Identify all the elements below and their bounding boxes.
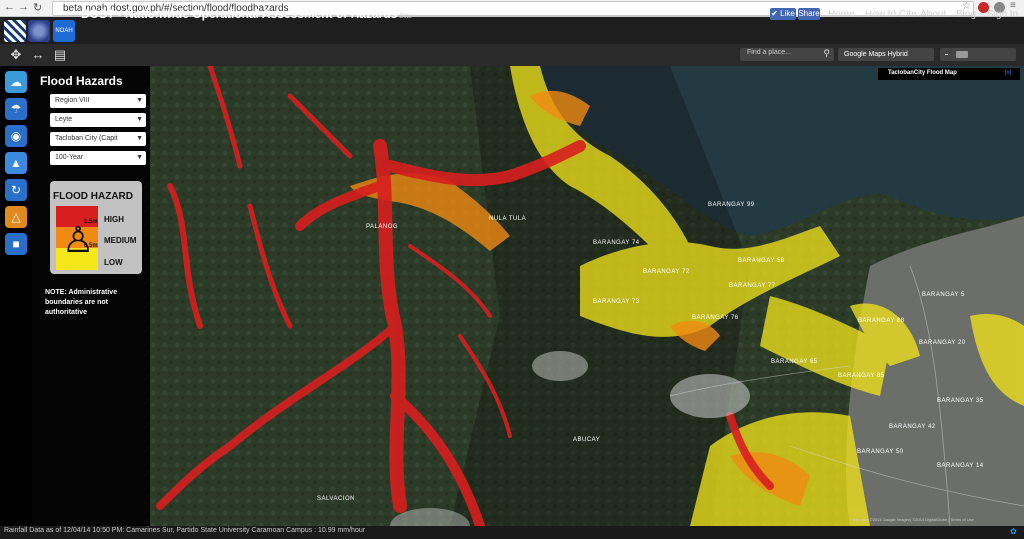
forward-icon[interactable]: →: [18, 1, 29, 13]
facebook-share-button[interactable]: Share: [798, 8, 820, 20]
storm-surge-icon[interactable]: ↻: [5, 179, 27, 201]
return-period-select[interactable]: 100-Year ▼: [50, 151, 146, 165]
depth-high: 1.5m: [84, 219, 98, 225]
flood-hazard-icon[interactable]: △: [5, 206, 27, 228]
expand-icon[interactable]: [x]: [1005, 70, 1011, 76]
reload-icon[interactable]: ↻: [33, 1, 42, 14]
province-select[interactable]: Leyte ▼: [50, 113, 146, 127]
weather-icon[interactable]: ☁: [5, 71, 27, 93]
legend-low: LOW: [104, 258, 123, 267]
map-label: BARANGAY 20: [919, 340, 966, 346]
city-select[interactable]: Tacloban City (Capit ▼: [50, 132, 146, 146]
map-label: BARANGAY 88: [858, 318, 905, 324]
search-placeholder: Find a place...: [747, 49, 791, 56]
rainfall-status: Rainfall Data as of 12/04/14 10:50 PM: C…: [4, 527, 366, 534]
map-label: BARANGAY 50: [857, 449, 904, 455]
opacity-slider-track: [945, 54, 948, 55]
project-noah-logo: [28, 20, 50, 42]
return-period-value: 100-Year: [55, 154, 84, 161]
landslide-icon[interactable]: ▲: [5, 152, 27, 174]
province-value: Leyte: [55, 116, 73, 123]
admin-boundary-note: NOTE: Administrative boundaries are not …: [45, 289, 118, 316]
nav-home[interactable]: Home: [828, 9, 855, 20]
chevron-down-icon: ▼: [136, 154, 143, 161]
map-label: BARANGAY 58: [738, 258, 785, 264]
opacity-slider-handle[interactable]: [956, 51, 968, 58]
cloud: [670, 374, 750, 418]
layers-icon[interactable]: ▤: [50, 46, 70, 64]
dost-logo: [4, 20, 26, 42]
map-label: BARANGAY 72: [643, 269, 690, 275]
cloud: [532, 351, 588, 381]
region-select[interactable]: Region VIII ▼: [50, 94, 146, 108]
map-label: BARANGAY 99: [708, 202, 755, 208]
app-title-text: DOST - Nationwide Operational Assessment…: [81, 7, 398, 21]
map-label: PALANOG: [366, 224, 399, 230]
facebook-like-button[interactable]: ✔ Like: [770, 8, 796, 20]
search-input[interactable]: Find a place... ⚲: [740, 48, 834, 61]
opacity-slider[interactable]: [940, 48, 1016, 61]
noah-logo: NOAH: [53, 20, 75, 42]
chevron-down-icon: ▼: [136, 97, 143, 104]
map-label: BARANGAY 42: [889, 424, 936, 430]
map-label: BARANGAY 65: [771, 359, 818, 365]
map-attribution: Map data ©2014 Google Imagery ©2014 Digi…: [852, 517, 974, 522]
region-value: Region VIII: [55, 97, 90, 104]
back-icon[interactable]: ←: [4, 1, 15, 13]
twitter-icon[interactable]: ✿: [1010, 527, 1017, 536]
rainfall-icon[interactable]: ☂: [5, 98, 27, 120]
search-icon[interactable]: ⚲: [823, 48, 830, 59]
flood-map[interactable]: [150, 66, 1024, 526]
map-label: SALVACION: [317, 496, 355, 502]
map-label: BARANGAY 85: [838, 373, 885, 379]
typhoon-icon[interactable]: ◉: [5, 125, 27, 147]
stations-icon[interactable]: ■: [5, 233, 27, 255]
pan-tool-icon[interactable]: ✥: [6, 46, 26, 64]
app-title: DOST - Nationwide Operational Assessment…: [81, 7, 412, 21]
depth-medium: 0.5m: [84, 243, 98, 249]
legend-high: HIGH: [104, 215, 124, 224]
map-label: BARANGAY 5: [922, 292, 965, 298]
resize-icon[interactable]: ↔: [28, 46, 48, 64]
panel-title: Flood Hazards: [40, 74, 123, 88]
map-label: BARANGAY 77: [729, 283, 776, 289]
chevron-down-icon: ▼: [136, 135, 143, 142]
person-silhouette-icon: ♙: [62, 219, 95, 260]
map-label: NULA TULA: [489, 216, 527, 222]
map-label: BARANGAY 14: [937, 463, 984, 469]
nav-blog[interactable]: Blog: [956, 9, 976, 20]
city-value: Tacloban City (Capit: [55, 135, 118, 142]
map-type-select[interactable]: Google Maps Hybrid: [838, 48, 934, 61]
legend-title: FLOOD HAZARD: [53, 191, 133, 202]
nav-sign-in[interactable]: Sign In: [987, 9, 1018, 20]
beta-tag: Beta: [399, 14, 412, 20]
nav-about[interactable]: About: [920, 9, 946, 20]
map-label: BARANGAY 35: [937, 398, 984, 404]
map-label: BARANGAY 73: [593, 299, 640, 305]
map-label: BARANGAY 76: [692, 315, 739, 321]
map-label: BARANGAY 74: [593, 240, 640, 246]
like-label: Like: [780, 9, 795, 18]
app-header: [0, 17, 1024, 44]
chevron-down-icon: ▼: [136, 116, 143, 123]
map-label: ABUCAY: [573, 437, 601, 443]
nav-how-to-cite[interactable]: How to Cite: [865, 9, 917, 20]
flood-map-title: TaclobanCity Flood Map: [888, 70, 957, 76]
legend-medium: MEDIUM: [104, 236, 137, 245]
